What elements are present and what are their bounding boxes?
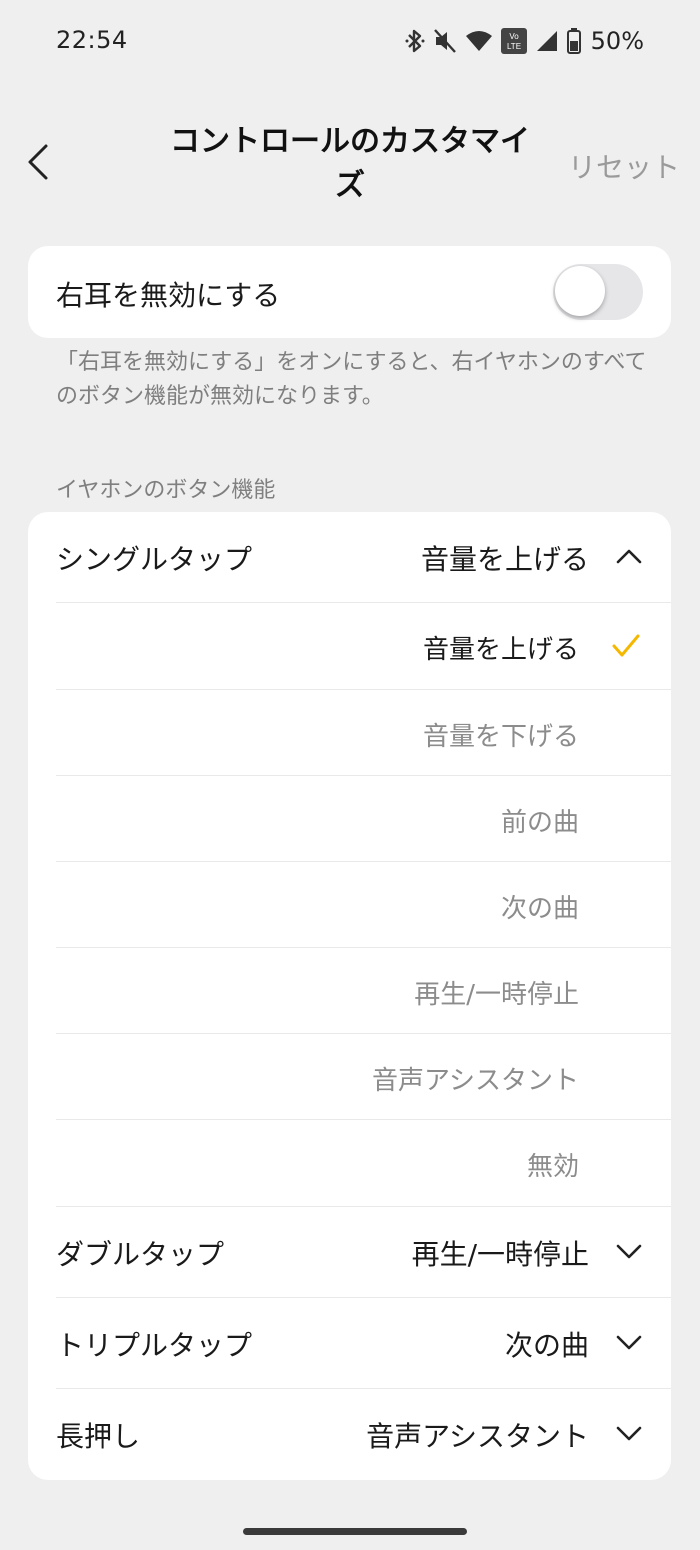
reset-button[interactable]: リセット (568, 146, 680, 186)
single-tap-label: シングルタップ (56, 543, 253, 576)
option-label: 音量を上げる (422, 635, 579, 665)
double-tap-value: 再生/一時停止 (411, 1238, 589, 1271)
triple-tap-row[interactable]: トリプルタップ 次の曲 (56, 1298, 643, 1388)
chevron-down-icon (616, 1426, 642, 1441)
option-voice-assistant[interactable]: 音声アシスタント (56, 1034, 643, 1120)
option-volume-down[interactable]: 音量を下げる (56, 690, 643, 776)
signal-icon (535, 29, 559, 53)
triple-tap-label: トリプルタップ (56, 1329, 253, 1362)
single-tap-value: 音量を上げる (420, 543, 589, 576)
long-press-label: 長押し (56, 1420, 141, 1453)
option-play-pause[interactable]: 再生/一時停止 (56, 948, 643, 1034)
option-label: 音声アシスタント (372, 1066, 579, 1096)
option-label: 次の曲 (500, 894, 579, 924)
chevron-down-icon (616, 1244, 642, 1259)
disable-right-ear-card: 右耳を無効にする (28, 246, 671, 338)
disable-note: 「右耳を無効にする」をオンにすると、右イヤホンのすべてのボタン機能が無効になりま… (56, 350, 647, 409)
double-tap-label: ダブルタップ (56, 1238, 225, 1271)
option-label: 音量を下げる (422, 722, 579, 752)
volte-icon: Vo LTE (500, 28, 527, 54)
option-label: 再生/一時停止 (414, 980, 579, 1010)
long-press-row[interactable]: 長押し 音声アシスタント (56, 1389, 643, 1479)
disable-right-ear-toggle[interactable] (553, 264, 643, 320)
option-previous-track[interactable]: 前の曲 (56, 776, 643, 862)
option-volume-up[interactable]: 音量を上げる (56, 603, 643, 689)
chevron-up-icon (616, 549, 642, 564)
status-bar: 22:54 Vo LTE 50% (0, 0, 700, 84)
option-next-track[interactable]: 次の曲 (56, 862, 643, 948)
section-label: イヤホンのボタン機能 (56, 478, 276, 503)
chevron-left-icon (28, 144, 48, 180)
svg-text:Vo: Vo (509, 32, 519, 41)
bluetooth-icon (405, 28, 425, 54)
wifi-icon (465, 29, 493, 53)
mute-icon (433, 28, 457, 54)
svg-text:LTE: LTE (507, 42, 521, 51)
option-label: 前の曲 (500, 808, 579, 838)
battery-level: 50% (590, 27, 644, 55)
back-button[interactable] (16, 140, 60, 184)
option-label: 無効 (526, 1152, 579, 1182)
option-disabled[interactable]: 無効 (56, 1120, 643, 1206)
double-tap-row[interactable]: ダブルタップ 再生/一時停止 (56, 1207, 643, 1297)
disable-right-ear-label: 右耳を無効にする (56, 279, 281, 312)
header: コントロールのカスタマイズ リセット (0, 100, 700, 230)
chevron-down-icon (616, 1335, 642, 1350)
single-tap-row[interactable]: シングルタップ 音量を上げる (56, 512, 643, 602)
button-functions-card: シングルタップ 音量を上げる 音量を上げる 音量を下げる 前の曲 次の曲 再生/… (28, 512, 671, 1480)
long-press-value: 音声アシスタント (366, 1420, 589, 1453)
toggle-knob (555, 266, 605, 316)
check-icon (612, 634, 640, 657)
triple-tap-value: 次の曲 (504, 1329, 589, 1362)
status-icons: Vo LTE 50% (405, 26, 644, 56)
page-title: コントロールのカスタマイズ (170, 124, 530, 203)
battery-icon (566, 28, 581, 54)
status-time: 22:54 (56, 26, 128, 54)
home-indicator[interactable] (243, 1528, 467, 1535)
